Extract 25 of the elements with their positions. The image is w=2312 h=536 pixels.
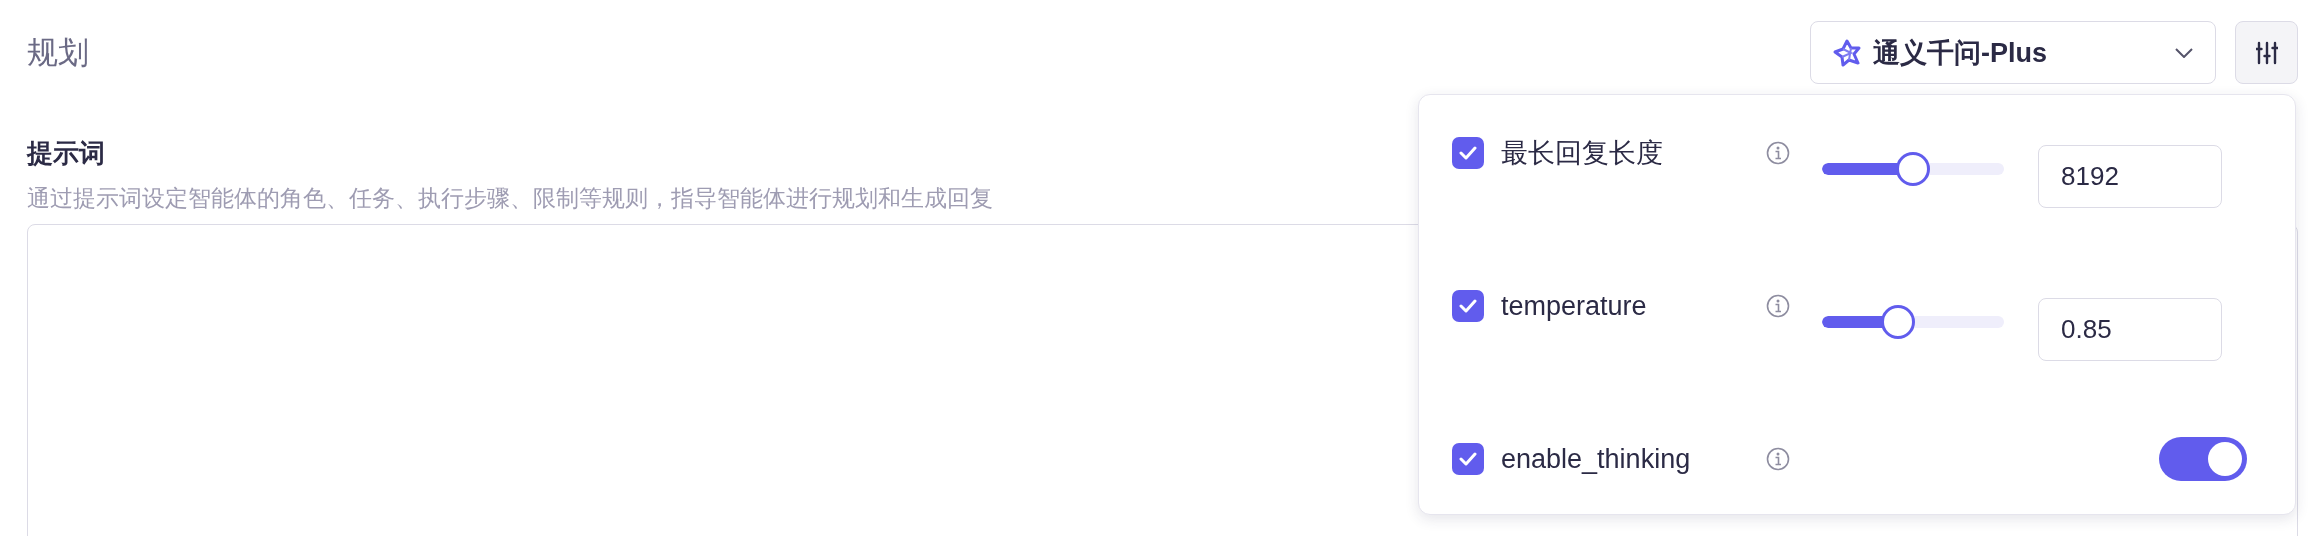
info-icon[interactable]: [1766, 141, 1790, 165]
checkbox[interactable]: [1452, 290, 1484, 322]
settings-button[interactable]: [2235, 21, 2298, 84]
field-label: 提示词: [27, 137, 105, 170]
parameter-name: 最长回复长度: [1501, 137, 1664, 169]
chevron-down-icon: [2175, 47, 2193, 58]
number-input[interactable]: 0.85: [2038, 298, 2222, 361]
sliders-icon: [2255, 40, 2278, 65]
slider-thumb[interactable]: [1881, 305, 1916, 339]
check-icon: [1459, 299, 1477, 313]
check-icon: [1459, 452, 1477, 466]
info-icon[interactable]: [1766, 294, 1790, 318]
info-icon[interactable]: [1766, 447, 1790, 471]
slider-thumb[interactable]: [1896, 152, 1930, 186]
section-title: 规划: [27, 33, 90, 72]
checkbox[interactable]: [1452, 443, 1484, 475]
parameter-name: temperature: [1501, 290, 1648, 322]
toggle-switch[interactable]: [2159, 437, 2247, 481]
field-description: 通过提示词设定智能体的角色、任务、执行步骤、限制等规则，指导智能体进行规划和生成回复: [27, 184, 993, 213]
checkbox[interactable]: [1452, 137, 1484, 169]
model-select[interactable]: 通义千问-Plus: [1810, 21, 2216, 84]
check-icon: [1459, 146, 1477, 160]
number-input[interactable]: 8192: [2038, 145, 2222, 208]
model-logo-icon: [1833, 38, 1861, 67]
parameter-name: enable_thinking: [1501, 443, 1692, 475]
